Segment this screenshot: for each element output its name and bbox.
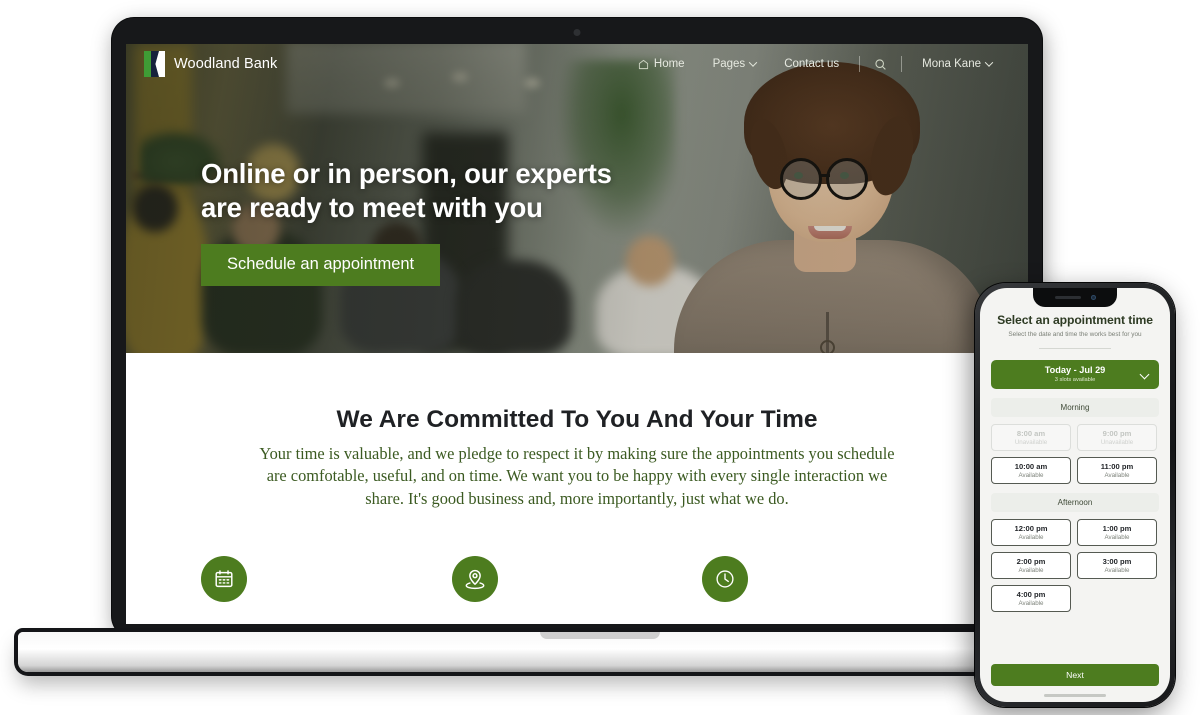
time-slot-time: 1:00 pm (1102, 524, 1132, 533)
time-slot-time: 11:00 pm (1100, 462, 1134, 471)
time-slot-status: Available (1104, 472, 1130, 479)
phone-home-indicator (1044, 694, 1106, 697)
hero-headline-line2: are ready to meet with you (201, 191, 543, 223)
woodland-bank-logo-icon (144, 51, 165, 77)
time-slot-status: Unavailable (1100, 439, 1134, 446)
time-slot-status: Available (1018, 534, 1044, 541)
time-slot-time: 9:00 pm (1102, 429, 1132, 438)
brand-name-label: Woodland Bank (174, 56, 278, 72)
page-title: We Are Committed To You And Your Time (336, 406, 818, 433)
chevron-down-icon (984, 58, 994, 67)
time-slot[interactable]: 4:00 pm Available (991, 585, 1071, 612)
hero-headline: Online or in person, our experts are rea… (201, 157, 671, 224)
time-slot-time: 2:00 pm (1016, 557, 1046, 566)
appointment-picker-subtitle: Select the date and time the works best … (1008, 331, 1142, 338)
nav-item-pages-label: Pages (712, 58, 746, 70)
time-slot: 8:00 am Unavailable (991, 424, 1071, 451)
date-selector[interactable]: Today - Jul 29 3 slots available (991, 360, 1159, 389)
chevron-down-icon (1139, 369, 1150, 380)
appointment-picker: Select an appointment time Select the da… (980, 288, 1170, 612)
nav-divider-right (901, 56, 903, 72)
hero-section: Online or in person, our experts are rea… (126, 44, 1028, 353)
schedule-appointment-button[interactable]: Schedule an appointment (201, 244, 441, 287)
slot-group-header-afternoon: Afternoon (991, 493, 1159, 512)
speaker-icon (1054, 295, 1081, 300)
front-camera-icon (1090, 295, 1096, 300)
date-selector-sublabel: 3 slots available (1054, 377, 1096, 384)
nav-item-home[interactable]: Home (624, 58, 699, 70)
nav-item-contact-us-label: Contact us (784, 58, 840, 70)
feature-card-reminders: Timely Reminders Our automated confirmat… (702, 556, 953, 624)
section-body-text: Your time is valuable, and we pledge to … (259, 444, 895, 508)
hero-headline-line1: Online or in person, our experts (201, 158, 612, 189)
search-icon (874, 58, 887, 71)
time-slot[interactable]: 1:00 pm Available (1077, 519, 1157, 546)
screenshot-stage: Online or in person, our experts are rea… (0, 0, 1200, 715)
next-button[interactable]: Next (991, 664, 1159, 686)
nav-divider-left (859, 56, 861, 72)
clock-icon (702, 556, 749, 603)
brand-logo[interactable]: Woodland Bank (144, 51, 277, 77)
divider (1039, 348, 1111, 349)
time-slot-time: 4:00 pm (1016, 590, 1046, 599)
features-row: Stress-Free Scheduling Our online schedu… (126, 556, 1028, 624)
account-name-label: Mona Kane (922, 58, 981, 70)
phone-screen: Select an appointment time Select the da… (980, 288, 1170, 702)
time-slot-status: Available (1104, 534, 1130, 541)
site-navigation-bar: Woodland Bank Home Pages Contact us Mona… (126, 44, 1028, 84)
phone-device-frame: Select an appointment time Select the da… (975, 283, 1175, 707)
search-button[interactable] (866, 58, 895, 71)
chevron-down-icon (748, 58, 758, 67)
hero-copy: Online or in person, our experts are rea… (201, 157, 671, 287)
laptop-screen: Online or in person, our experts are rea… (126, 44, 1028, 624)
appointment-picker-title: Select an appointment time (997, 313, 1153, 327)
nav-item-contact-us[interactable]: Contact us (770, 58, 853, 70)
time-slot[interactable]: 3:00 pm Available (1077, 552, 1157, 579)
main-content: We Are Committed To You And Your Time Yo… (126, 353, 1028, 624)
slot-grid-afternoon: 12:00 pm Available 1:00 pm Available 2:0… (991, 519, 1159, 612)
time-slot[interactable]: 11:00 pm Available (1077, 457, 1157, 484)
laptop-device-frame: Online or in person, our experts are rea… (112, 18, 1042, 638)
time-slot-status: Available (1018, 472, 1044, 479)
nav-item-home-label: Home (653, 58, 685, 70)
time-slot-time: 10:00 am (1014, 462, 1048, 471)
slot-grid-morning: 8:00 am Unavailable 9:00 pm Unavailable … (991, 424, 1159, 484)
date-selector-label: Today - Jul 29 (1044, 365, 1106, 376)
nav-item-pages[interactable]: Pages (699, 58, 771, 70)
feature-card-scheduling: Stress-Free Scheduling Our online schedu… (201, 556, 452, 624)
time-slot-time: 3:00 pm (1102, 557, 1132, 566)
home-icon (638, 59, 649, 70)
time-slot-status: Available (1018, 600, 1044, 607)
time-slot[interactable]: 2:00 pm Available (991, 552, 1071, 579)
calendar-icon (201, 556, 247, 603)
time-slot-status: Available (1104, 567, 1130, 574)
laptop-base-notch (540, 632, 660, 639)
slot-group-header-morning: Morning (991, 398, 1159, 417)
account-menu[interactable]: Mona Kane (908, 58, 1006, 70)
time-slot-time: 8:00 am (1016, 429, 1046, 438)
time-slot: 9:00 pm Unavailable (1077, 424, 1157, 451)
map-pin-icon (451, 556, 498, 603)
time-slot[interactable]: 12:00 pm Available (991, 519, 1071, 546)
time-slot-status: Unavailable (1014, 439, 1048, 446)
time-slot-status: Available (1018, 567, 1044, 574)
feature-card-branches: Nearby Branches We make it easy to choos… (451, 556, 703, 624)
phone-notch (1033, 288, 1117, 307)
nav-right-group: Home Pages Contact us Mona Kane (624, 56, 1006, 72)
time-slot[interactable]: 10:00 am Available (991, 457, 1071, 484)
time-slot-time: 12:00 pm (1014, 524, 1048, 533)
